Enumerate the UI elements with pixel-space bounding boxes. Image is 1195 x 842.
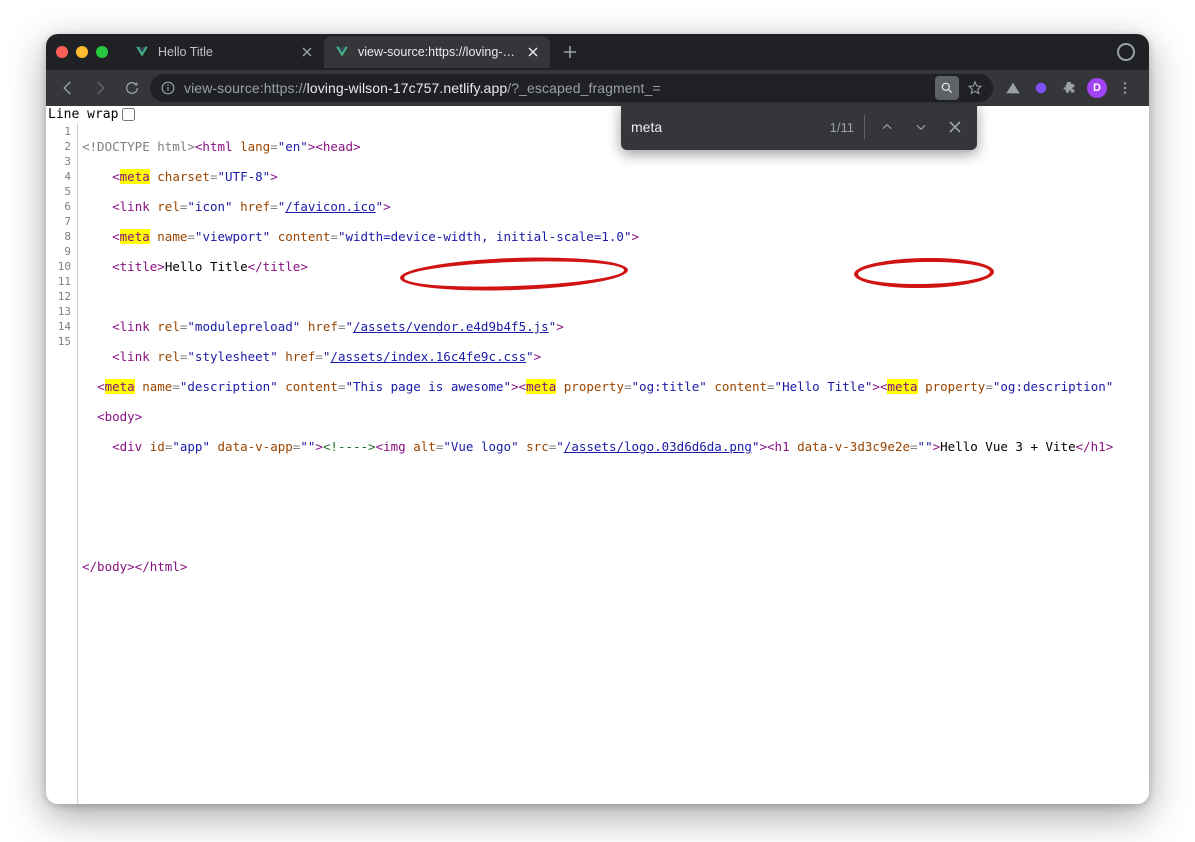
find-query[interactable]: meta	[631, 119, 820, 135]
find-prev-button[interactable]	[875, 115, 899, 139]
find-next-button[interactable]	[909, 115, 933, 139]
line-wrap-label: Line wrap	[48, 107, 118, 122]
find-close-button[interactable]	[943, 115, 967, 139]
url-text: view-source:https://loving-wilson-17c757…	[184, 80, 661, 96]
extension-1-icon[interactable]	[1003, 78, 1023, 98]
profile-avatar[interactable]: D	[1087, 78, 1107, 98]
tab-2-title: view-source:https://loving-wils	[358, 45, 518, 59]
tab-1-close-icon[interactable]	[300, 45, 314, 59]
window-minimize-button[interactable]	[76, 46, 88, 58]
extension-2-icon[interactable]	[1031, 78, 1051, 98]
tab-1-title: Hello Title	[158, 45, 292, 59]
reload-button[interactable]	[118, 74, 146, 102]
line-wrap-control: Line wrap	[46, 106, 137, 123]
tab-strip: Hello Title view-source:https://loving-w…	[46, 34, 1149, 70]
line-wrap-checkbox[interactable]	[122, 108, 135, 121]
tab-2-close-icon[interactable]	[526, 45, 540, 59]
bookmark-star-icon[interactable]	[967, 80, 983, 96]
vue-favicon-icon	[134, 44, 150, 60]
tab-1[interactable]: Hello Title	[124, 36, 324, 68]
address-bar[interactable]: view-source:https://loving-wilson-17c757…	[150, 74, 993, 102]
vue-favicon-icon	[334, 44, 350, 60]
page-content: Line wrap 1 2 3 4 5 6 7 8 9 10 11 12 13 …	[46, 106, 1149, 804]
extensions-menu-icon[interactable]	[1059, 78, 1079, 98]
lens-search-icon[interactable]	[935, 76, 959, 100]
extensions-area: D	[997, 78, 1141, 98]
line-number-gutter: 1 2 3 4 5 6 7 8 9 10 11 12 13 14 15	[46, 106, 78, 804]
source-code[interactable]: <!DOCTYPE html><html lang="en"><head> <m…	[78, 106, 1149, 804]
window-maximize-button[interactable]	[96, 46, 108, 58]
toolbar: view-source:https://loving-wilson-17c757…	[46, 70, 1149, 106]
find-in-page-bar: meta 1/11	[621, 104, 977, 150]
window-controls	[56, 46, 124, 58]
account-icon[interactable]	[1117, 43, 1135, 61]
new-tab-button[interactable]	[556, 38, 584, 66]
window-close-button[interactable]	[56, 46, 68, 58]
tab-2[interactable]: view-source:https://loving-wils	[324, 36, 550, 68]
forward-button[interactable]	[86, 74, 114, 102]
find-count: 1/11	[830, 120, 854, 135]
back-button[interactable]	[54, 74, 82, 102]
browser-menu-icon[interactable]	[1115, 78, 1135, 98]
site-info-icon[interactable]	[160, 80, 176, 96]
